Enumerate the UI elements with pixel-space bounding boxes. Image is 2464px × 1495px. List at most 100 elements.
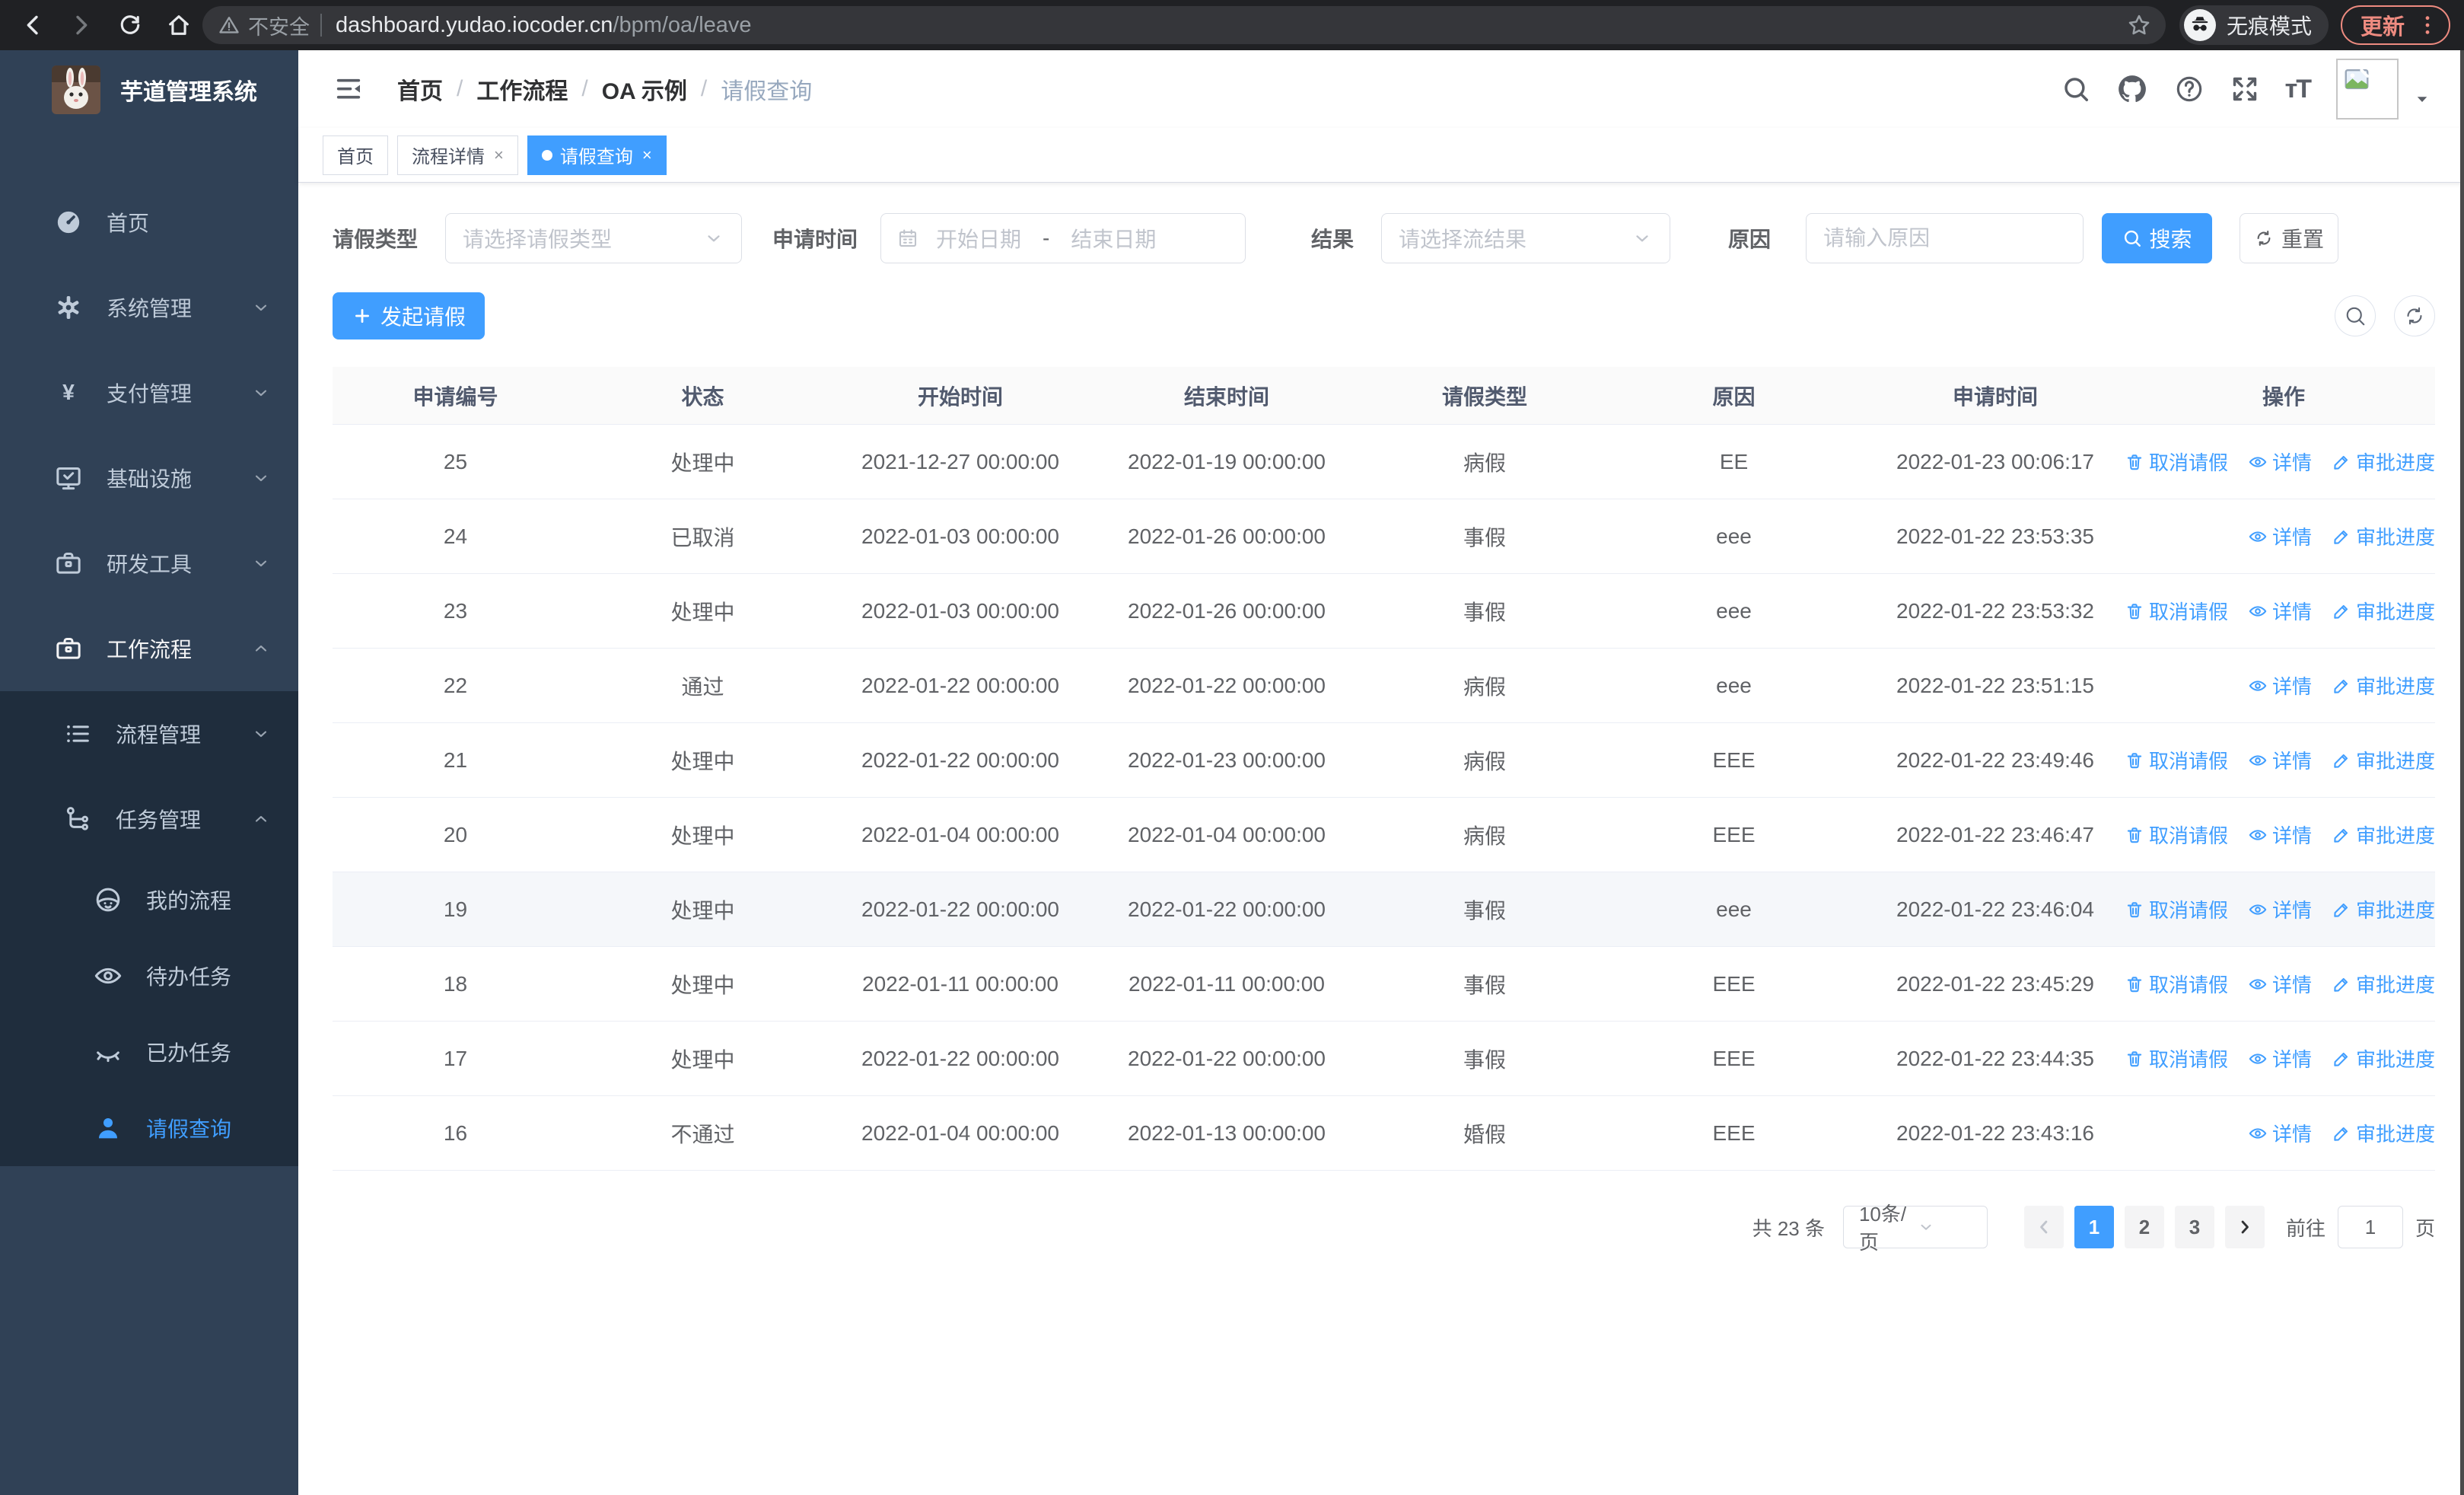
leave-type-label: 请假类型 bbox=[333, 228, 419, 251]
detail-link[interactable]: 详情 bbox=[2248, 448, 2312, 476]
cell-actions: 取消请假 详情 审批进度 bbox=[2127, 448, 2435, 476]
sidebar-item-task-management[interactable]: 任务管理 bbox=[0, 776, 298, 862]
page-button-2[interactable]: 2 bbox=[2124, 1206, 2164, 1248]
gear-icon bbox=[58, 296, 79, 319]
cell-status: 处理中 bbox=[670, 973, 735, 997]
reason-input[interactable] bbox=[1806, 213, 2084, 263]
cell-id: 21 bbox=[443, 748, 468, 772]
detail-link[interactable]: 详情 bbox=[2248, 970, 2312, 998]
cell-leave-type: 事假 bbox=[1463, 600, 1506, 624]
sidebar-collapse-button[interactable] bbox=[323, 74, 374, 104]
create-leave-button[interactable]: 发起请假 bbox=[333, 292, 485, 339]
prev-page-button[interactable] bbox=[2023, 1206, 2064, 1248]
detail-link[interactable]: 详情 bbox=[2248, 746, 2312, 774]
detail-link[interactable]: 详情 bbox=[2248, 821, 2312, 849]
cell-reason: EEE bbox=[1712, 822, 1756, 846]
show-search-button[interactable] bbox=[2335, 295, 2376, 336]
detail-link[interactable]: 详情 bbox=[2248, 597, 2312, 625]
search-button[interactable]: 搜索 bbox=[2102, 213, 2213, 263]
sidebar-item-payment-management[interactable]: ¥ 支付管理 bbox=[0, 350, 298, 435]
sidebar-item-home[interactable]: 首页 bbox=[0, 180, 298, 265]
tab-home[interactable]: 首页 bbox=[323, 135, 388, 175]
reset-button[interactable]: 重置 bbox=[2240, 213, 2339, 263]
progress-link[interactable]: 审批进度 bbox=[2332, 522, 2435, 550]
detail-link[interactable]: 详情 bbox=[2248, 895, 2312, 923]
cell-id: 24 bbox=[443, 524, 468, 548]
close-tab-icon[interactable]: × bbox=[494, 145, 504, 165]
page-size-select[interactable]: 10条/页 bbox=[1842, 1203, 1988, 1254]
sidebar-item-system-management[interactable]: 系统管理 bbox=[0, 265, 298, 350]
cancel-leave-link[interactable]: 取消请假 bbox=[2125, 821, 2228, 849]
cell-id: 20 bbox=[443, 822, 468, 846]
progress-link[interactable]: 审批进度 bbox=[2332, 1044, 2435, 1073]
progress-link[interactable]: 审批进度 bbox=[2332, 671, 2435, 700]
github-icon[interactable] bbox=[2116, 73, 2148, 105]
breadcrumb-item[interactable]: OA 示例 bbox=[602, 72, 687, 106]
cancel-leave-link[interactable]: 取消请假 bbox=[2125, 597, 2228, 625]
tab-process-detail[interactable]: 流程详情 × bbox=[397, 135, 518, 175]
apply-time-range-picker[interactable]: 开始日期 - 结束日期 bbox=[880, 213, 1246, 263]
cell-actions: 详情 审批进度 bbox=[2132, 671, 2435, 700]
browser-update-button[interactable]: 更新 bbox=[2340, 5, 2450, 45]
refresh-table-button[interactable] bbox=[2394, 295, 2435, 336]
close-tab-icon[interactable]: × bbox=[642, 145, 652, 165]
bookmark-star-icon[interactable] bbox=[2126, 12, 2152, 38]
app-title: 芋道管理系统 bbox=[120, 80, 257, 105]
sidebar-item-my-process[interactable]: 我的流程 bbox=[0, 862, 298, 938]
progress-link[interactable]: 审批进度 bbox=[2332, 970, 2435, 998]
page-button-1[interactable]: 1 bbox=[2074, 1206, 2114, 1248]
create-leave-label: 发起请假 bbox=[380, 305, 466, 329]
address-bar[interactable]: 不安全 dashboard.yudao.iocoder.cn/bpm/oa/le… bbox=[202, 6, 2166, 44]
incognito-label: 无痕模式 bbox=[2226, 14, 2312, 38]
detail-link[interactable]: 详情 bbox=[2248, 522, 2312, 550]
browser-menu-icon[interactable] bbox=[2415, 13, 2440, 37]
progress-link[interactable]: 审批进度 bbox=[2332, 895, 2435, 923]
breadcrumb-item[interactable]: 首页 bbox=[397, 72, 443, 106]
avatar[interactable] bbox=[2336, 59, 2399, 120]
sidebar-item-infrastructure[interactable]: 基础设施 bbox=[0, 435, 298, 521]
back-button[interactable] bbox=[20, 12, 46, 38]
avatar-dropdown-caret[interactable] bbox=[2411, 88, 2434, 110]
tab-leave-query[interactable]: 请假查询 × bbox=[527, 135, 667, 175]
progress-link[interactable]: 审批进度 bbox=[2332, 746, 2435, 774]
app-logo-row[interactable]: 芋道管理系统 bbox=[0, 50, 298, 129]
result-select[interactable]: 请选择流结果 bbox=[1381, 213, 1671, 263]
sidebar-item-leave-query[interactable]: 请假查询 bbox=[0, 1090, 298, 1166]
header-search-icon[interactable] bbox=[2061, 75, 2090, 104]
progress-link[interactable]: 审批进度 bbox=[2332, 448, 2435, 476]
eye-icon bbox=[2249, 978, 2267, 990]
page-button-3[interactable]: 3 bbox=[2174, 1206, 2214, 1248]
sidebar-item-dev-tools[interactable]: 研发工具 bbox=[0, 521, 298, 606]
cancel-leave-link[interactable]: 取消请假 bbox=[2125, 895, 2228, 923]
home-button[interactable] bbox=[166, 12, 192, 38]
detail-link[interactable]: 详情 bbox=[2248, 671, 2312, 700]
sidebar-item-done-tasks[interactable]: 已办任务 bbox=[0, 1014, 298, 1090]
table-row: 18 处理中 2022-01-11 00:00:00 2022-01-11 00:00… bbox=[333, 947, 2435, 1022]
forward-button[interactable] bbox=[68, 12, 94, 38]
cancel-leave-link[interactable]: 取消请假 bbox=[2125, 970, 2228, 998]
detail-link[interactable]: 详情 bbox=[2248, 1119, 2312, 1147]
font-size-icon[interactable]: ᴛT bbox=[2285, 75, 2312, 104]
progress-link[interactable]: 审批进度 bbox=[2332, 597, 2435, 625]
user-icon bbox=[99, 1118, 117, 1139]
reload-button[interactable] bbox=[117, 12, 143, 38]
goto-page-input[interactable] bbox=[2337, 1206, 2403, 1248]
help-icon[interactable] bbox=[2174, 74, 2205, 104]
breadcrumb-item[interactable]: 工作流程 bbox=[476, 72, 568, 106]
detail-link[interactable]: 详情 bbox=[2248, 1044, 2312, 1073]
cancel-leave-link[interactable]: 取消请假 bbox=[2125, 746, 2228, 774]
sidebar-item-todo-tasks[interactable]: 待办任务 bbox=[0, 938, 298, 1014]
cell-start-time: 2022-01-11 00:00:00 bbox=[862, 971, 1059, 996]
leave-type-select[interactable]: 请选择请假类型 bbox=[445, 213, 743, 263]
cancel-leave-link[interactable]: 取消请假 bbox=[2125, 1044, 2228, 1073]
progress-link[interactable]: 审批进度 bbox=[2332, 821, 2435, 849]
fullscreen-icon[interactable] bbox=[2230, 75, 2259, 104]
edit-icon bbox=[2334, 455, 2348, 470]
cancel-leave-link[interactable]: 取消请假 bbox=[2125, 448, 2228, 476]
sidebar-item-workflow[interactable]: 工作流程 bbox=[0, 606, 298, 691]
sidebar-item-label: 已办任务 bbox=[146, 1041, 232, 1065]
progress-link[interactable]: 审批进度 bbox=[2332, 1119, 2435, 1147]
sidebar-item-process-management[interactable]: 流程管理 bbox=[0, 691, 298, 776]
next-page-button[interactable] bbox=[2224, 1206, 2265, 1248]
eye-icon bbox=[2249, 605, 2267, 617]
